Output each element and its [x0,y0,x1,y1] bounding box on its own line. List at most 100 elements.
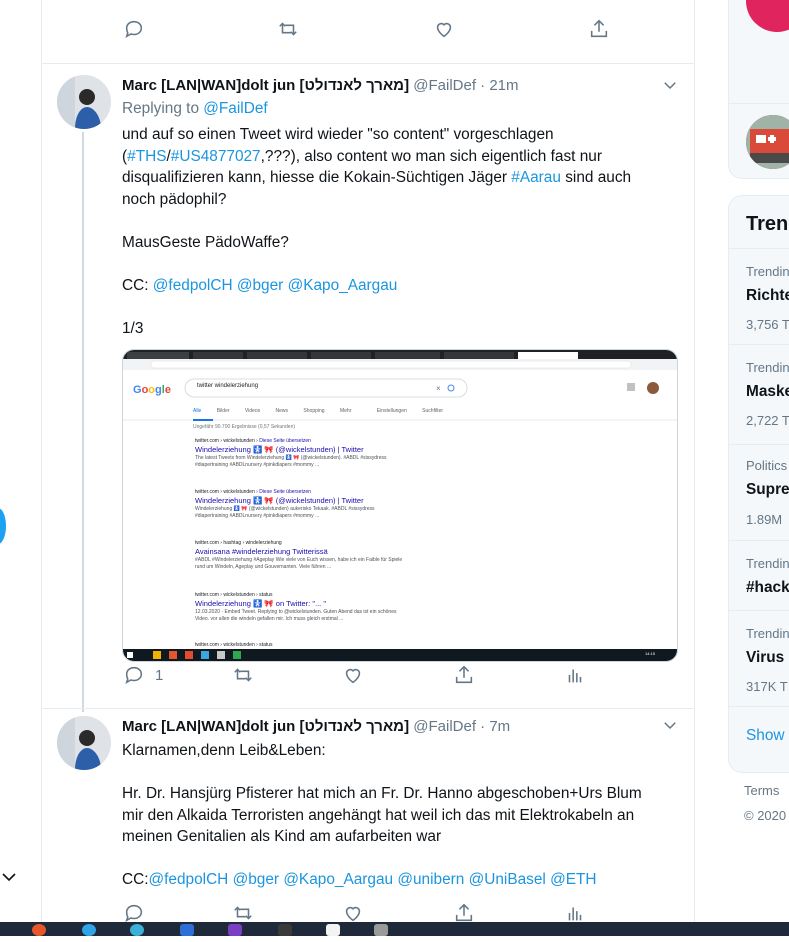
like-button[interactable] [342,902,364,924]
display-name[interactable]: Marc [LAN|WAN]dolt jun [מארך לאנדולט] [122,718,409,735]
tweet-text: Klarnamen,denn Leib&Leben: Hr. Dr. Hansj… [122,740,682,891]
mention-link[interactable]: @bger [237,277,283,294]
hashtag-link[interactable]: #THS [127,148,166,165]
app-icon[interactable] [180,924,194,936]
trend-item[interactable]: Trendin #hack [729,540,789,611]
tab-more[interactable]: Mehr [340,408,351,414]
retweet-button[interactable] [277,18,299,40]
windows-icon [127,652,133,658]
reply-icon [125,904,143,922]
result-title[interactable]: Windelerziehung 🚼 🎀 (@wickelstunden) | T… [195,445,515,455]
result-snippet: Video. vor allen die windeln gefallen mi… [195,616,344,622]
reply-button[interactable] [123,18,155,40]
caret-down-icon[interactable] [661,716,679,734]
mention-link[interactable]: @ETH [550,871,596,888]
mention-link[interactable]: @fedpolCH [149,871,229,888]
share-button[interactable] [453,664,475,686]
mention-link[interactable]: @Kapo_Aargau [288,277,398,294]
avatar[interactable] [57,75,111,129]
retweet-icon [234,906,252,920]
display-name[interactable]: Marc [LAN|WAN]dolt jun [מארך לאנדולט] [122,77,409,94]
trend-item[interactable]: Trendin Virus 317K T [729,610,789,706]
handle[interactable]: @FailDef [413,77,476,94]
ambulance-image [746,115,789,169]
tweet-actions: 1 [41,664,694,704]
retweet-button[interactable] [232,664,254,686]
timestamp[interactable]: 21m [489,77,518,94]
hashtag-link[interactable]: #US4877027 [171,148,261,165]
tweet-line: CC:@fedpolCH @bger @Kapo_Aargau @unibern… [122,871,597,888]
app-icon [185,651,193,659]
dot-separator: · [480,77,486,94]
share-button[interactable] [588,18,610,40]
share-button[interactable] [453,902,475,924]
replying-to-label: Replying to [122,100,199,117]
share-icon [590,19,608,38]
retweet-button[interactable] [232,902,254,924]
result-title[interactable]: Windelerziehung 🚼 🎀 on Twitter: "... " [195,599,515,609]
hashtag-link[interactable]: #Aarau [511,169,561,186]
like-button[interactable] [342,664,364,686]
result-snippet: 12.03.2020 · Embed Tweet. Replying to @w… [195,609,397,615]
like-button[interactable] [433,18,455,40]
app-icon[interactable] [130,924,144,936]
trend-count: 1.89M [746,512,783,527]
avatar-image [57,716,111,770]
app-icon[interactable] [32,924,46,936]
terms-link[interactable]: Terms [744,783,779,798]
avatar[interactable] [57,716,111,770]
tab-videos[interactable]: Videos [245,408,260,414]
app-icon[interactable] [82,924,96,936]
handle[interactable]: @FailDef [413,718,476,735]
timestamp[interactable]: 7m [489,718,510,735]
tweet-line: Hr. Dr. Hansjürg Pfisterer hat mich an F… [122,785,642,802]
result-url: twitter.com › wickelstunden › status [195,642,273,648]
trend-category: Trendin [746,360,789,375]
tweet-line: mir den Alkaida Terroristen angehängt ha… [122,806,635,824]
tab-news[interactable]: News [276,408,289,414]
result-title[interactable]: Windelerziehung 🚼 🎀 (@wickelstunden) | T… [195,496,515,506]
analytics-button[interactable] [564,902,586,924]
tab-images[interactable]: Bilder [217,408,230,414]
reply-button[interactable]: 1 [123,664,163,686]
app-icon [169,651,177,659]
tab-shopping[interactable]: Shopping [303,408,324,414]
trend-item[interactable]: Trendin Maske 2,722 T [729,344,789,440]
trend-name: Supre [746,481,789,498]
result-title[interactable]: Avainsana #windelerziehung Twitterissä [195,547,515,557]
tweet-media-image[interactable]: Google × twitter windelerziehung Alle Bi… [122,349,678,662]
suggested-avatar-red[interactable] [746,0,789,32]
analytics-button[interactable] [564,664,586,686]
mention-link[interactable]: @UniBasel [469,871,546,888]
suggested-avatar[interactable] [746,115,789,169]
show-more-link[interactable]: Show [746,727,785,745]
app-icon[interactable] [326,924,340,936]
app-icon[interactable] [228,924,242,936]
chevron-down-icon[interactable] [0,868,18,886]
mention-link[interactable]: @Kapo_Aargau [283,871,393,888]
tab-settings[interactable]: Einstellungen [377,408,407,414]
caret-down-icon[interactable] [661,76,679,94]
tab-tools[interactable]: Suchfilter [422,408,443,414]
tweet-actions-top [41,18,694,58]
trend-item[interactable]: Politics Supre 1.89M [729,444,789,540]
mention-link[interactable]: @bger [233,871,279,888]
show-more-row[interactable]: Show [729,706,789,767]
result-snippet: Windelerziehung 🚼 🎀 (@wickelstunden) auk… [195,506,375,512]
svg-text:×: × [436,384,441,393]
trend-count: 2,722 T [746,413,789,428]
replying-to: Replying to @FailDef [122,100,268,118]
replying-to-handle[interactable]: @FailDef [203,100,267,117]
reply-button[interactable] [123,902,145,924]
app-icon[interactable] [278,924,292,936]
app-icon [201,651,209,659]
suggestion-card [728,0,789,179]
trend-item[interactable]: Trendin Richte 3,756 T [729,248,789,344]
tweet-line: disqualifizieren kann, hiesse die Kokain… [122,169,632,186]
app-icon[interactable] [374,924,388,936]
tab-all[interactable]: Alle [193,408,201,414]
trend-name: Richte [746,287,789,304]
mention-link[interactable]: @unibern [397,871,464,888]
mention-link[interactable]: @fedpolCH [153,277,233,294]
compose-button-edge[interactable] [0,508,6,544]
